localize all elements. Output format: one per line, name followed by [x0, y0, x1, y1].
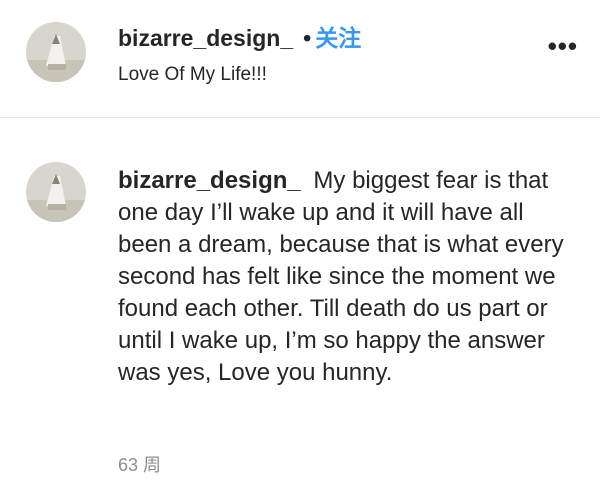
post-header: bizarre_design_ • 关注 Love Of My Life!!! ••… [0, 0, 600, 118]
post-caption-title: Love Of My Life!!! [118, 64, 267, 85]
avatar-image [26, 22, 86, 82]
avatar[interactable] [26, 22, 86, 82]
comment-avatar[interactable] [26, 162, 86, 222]
comment-text-block: bizarre_design_ My biggest fear is that … [118, 165, 568, 389]
more-horizontal-icon[interactable]: ••• [548, 33, 578, 59]
username-link[interactable]: bizarre_design_ [118, 25, 293, 51]
follow-button[interactable]: 关注 [315, 25, 361, 51]
comment-text: My biggest fear is that one day I’ll wak… [118, 167, 564, 386]
avatar-image [26, 162, 86, 222]
header-title-row: bizarre_design_ • 关注 [118, 22, 361, 54]
separator-dot: • [303, 25, 312, 51]
comment-timestamp: 63 周 [118, 455, 162, 475]
comment-username-link[interactable]: bizarre_design_ [118, 167, 301, 194]
